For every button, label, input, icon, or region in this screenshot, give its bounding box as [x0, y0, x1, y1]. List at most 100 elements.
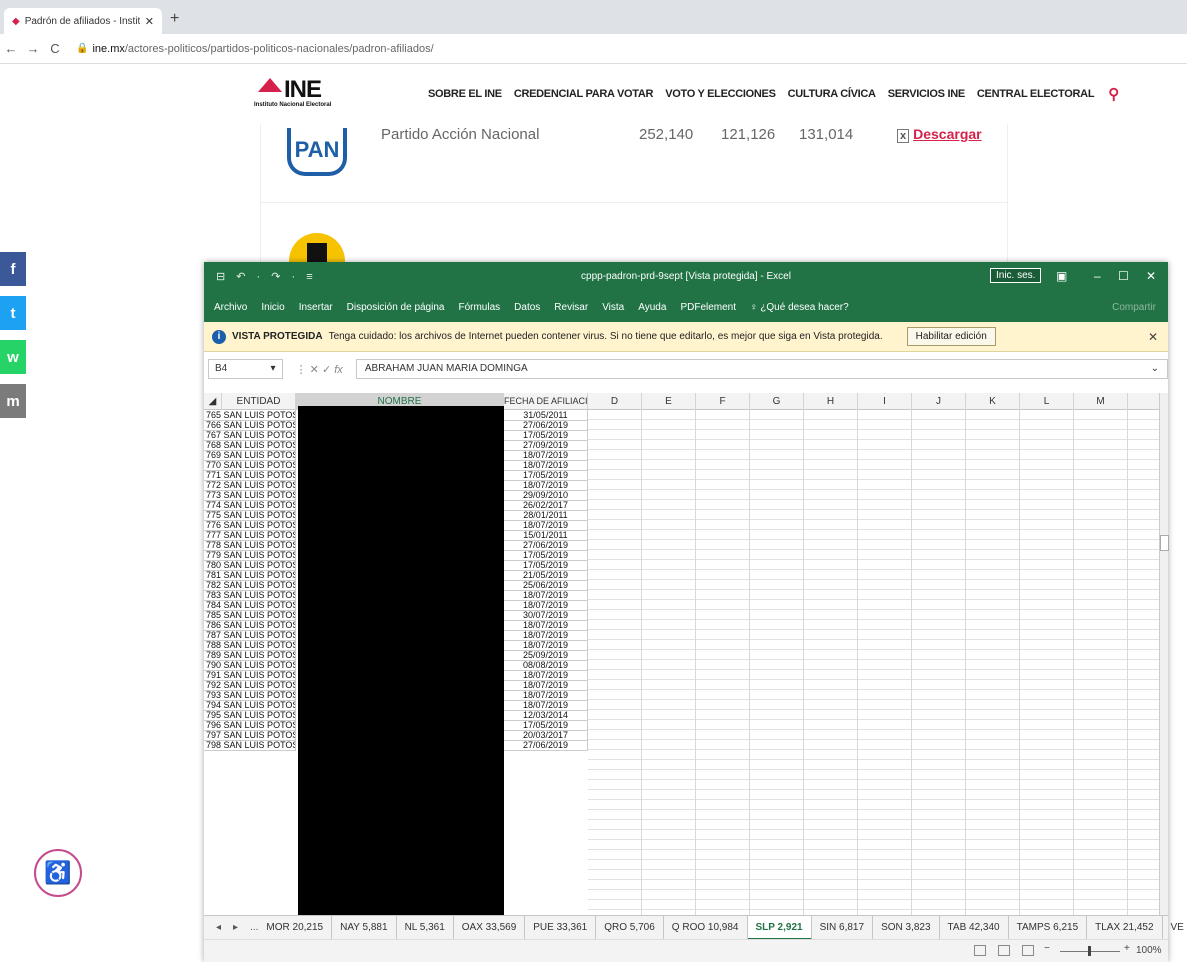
sheet-tab[interactable]: VE ... — [1163, 916, 1187, 940]
tab-revisar[interactable]: Revisar — [554, 302, 588, 313]
cell-entidad-text[interactable]: SAN LUIS POTOSÍ — [224, 540, 295, 550]
back-icon[interactable]: ← — [0, 41, 22, 56]
row-number[interactable]: 785 — [206, 610, 221, 620]
row-number[interactable]: 767 — [206, 430, 221, 440]
col-header-e[interactable]: E — [642, 393, 696, 410]
cell-entidad-text[interactable]: SAN LUIS POTOSÍ — [224, 480, 295, 490]
minimize-icon[interactable]: – — [1094, 269, 1101, 283]
row-number[interactable]: 782 — [206, 580, 221, 590]
nav-servicios-ine[interactable]: SERVICIOS INE — [888, 88, 966, 103]
share-button[interactable]: Compartir — [1112, 302, 1156, 313]
name-box[interactable]: B4 ▾ — [208, 359, 283, 379]
email-share-button[interactable]: m — [0, 384, 26, 418]
prev-sheet-icon[interactable]: ◂ — [216, 922, 221, 933]
sheet-tab[interactable]: Q ROO 10,984 — [664, 915, 748, 940]
descargar-link[interactable]: x Descargar — [897, 126, 982, 143]
col-header-j[interactable]: J — [912, 393, 966, 410]
nav-credencial[interactable]: CREDENCIAL PARA VOTAR — [514, 88, 654, 103]
cell-entidad-text[interactable]: SAN LUIS POTOSÍ — [224, 490, 295, 500]
cell-entidad-text[interactable]: SAN LUIS POTOSÍ — [224, 680, 295, 690]
cell-entidad-text[interactable]: SAN LUIS POTOSÍ — [224, 670, 295, 680]
whatsapp-share-button[interactable]: w — [0, 340, 26, 374]
sheet-tab[interactable]: OAX 33,569 — [454, 915, 526, 940]
cell-entidad-text[interactable]: SAN LUIS POTOSÍ — [224, 610, 295, 620]
zoom-level[interactable]: 100% — [1136, 945, 1162, 956]
col-header-g[interactable]: G — [750, 393, 804, 410]
col-header-f[interactable]: F — [696, 393, 750, 410]
sheet-tab[interactable]: TAB 42,340 — [940, 915, 1009, 940]
sheet-tab[interactable]: NL 5,361 — [397, 915, 454, 940]
ribbon-display-icon[interactable]: ▣ — [1056, 269, 1067, 283]
row-number[interactable]: 774 — [206, 500, 221, 510]
row-number[interactable]: 772 — [206, 480, 221, 490]
cell-entidad-text[interactable]: SAN LUIS POTOSÍ — [224, 550, 295, 560]
cell-entidad-text[interactable]: SAN LUIS POTOSÍ — [224, 560, 295, 570]
col-header-d[interactable]: D — [588, 393, 642, 410]
cell-entidad-text[interactable]: SAN LUIS POTOSÍ — [224, 420, 295, 430]
next-sheet-icon[interactable]: ▸ — [233, 922, 238, 933]
new-tab-button[interactable]: + — [170, 10, 179, 28]
tab-datos[interactable]: Datos — [514, 302, 540, 313]
page-break-icon[interactable] — [1022, 945, 1034, 956]
nav-central-electoral[interactable]: CENTRAL ELECTORAL — [977, 88, 1095, 103]
reload-icon[interactable]: C — [44, 41, 66, 56]
cell-entidad-text[interactable]: SAN LUIS POTOSÍ — [224, 580, 295, 590]
sheet-tab[interactable]: SIN 6,817 — [812, 915, 874, 940]
url-host[interactable]: ine.mx — [92, 43, 124, 55]
col-header-fecha[interactable]: FECHA DE AFILIACIÓN — [504, 393, 588, 410]
sheet-tab[interactable]: PUE 33,361 — [525, 915, 597, 940]
cell-entidad-text[interactable]: SAN LUIS POTOSÍ — [224, 720, 295, 730]
row-number[interactable]: 783 — [206, 590, 221, 600]
cell-entidad-text[interactable]: SAN LUIS POTOSÍ — [224, 440, 295, 450]
close-icon[interactable]: ✕ — [1146, 269, 1156, 283]
cell-entidad-text[interactable]: SAN LUIS POTOSÍ — [224, 500, 295, 510]
row-number[interactable]: 776 — [206, 520, 221, 530]
sheet-tab[interactable]: SON 3,823 — [873, 915, 940, 940]
row-number[interactable]: 786 — [206, 620, 221, 630]
row-number[interactable]: 790 — [206, 660, 221, 670]
facebook-share-button[interactable]: f — [0, 252, 26, 286]
row-number[interactable]: 777 — [206, 530, 221, 540]
col-header-h[interactable]: H — [804, 393, 858, 410]
row-number[interactable]: 784 — [206, 600, 221, 610]
cell-entidad-text[interactable]: SAN LUIS POTOSÍ — [224, 620, 295, 630]
nav-sobre-el-ine[interactable]: SOBRE EL INE — [428, 88, 502, 103]
col-header-entidad[interactable]: ENTIDAD — [222, 393, 296, 410]
lock-icon[interactable]: 🔒 — [76, 43, 88, 54]
cell-entidad-text[interactable]: SAN LUIS POTOSÍ — [224, 590, 295, 600]
sheet-tab[interactable]: TAMPS 6,215 — [1009, 915, 1088, 940]
enable-editing-button[interactable]: Habilitar edición — [906, 327, 996, 346]
nav-voto-elecciones[interactable]: VOTO Y ELECCIONES — [665, 88, 776, 103]
tab-archivo[interactable]: Archivo — [214, 302, 247, 313]
close-tab-icon[interactable]: ✕ — [145, 15, 162, 28]
cell-entidad-text[interactable]: SAN LUIS POTOSÍ — [224, 530, 295, 540]
row-number[interactable]: 794 — [206, 700, 221, 710]
row-number[interactable]: 768 — [206, 440, 221, 450]
row-number[interactable]: 793 — [206, 690, 221, 700]
row-number[interactable]: 778 — [206, 540, 221, 550]
cell-entidad-text[interactable]: SAN LUIS POTOSÍ — [224, 510, 295, 520]
page-layout-icon[interactable] — [998, 945, 1010, 956]
cell-entidad-text[interactable]: SAN LUIS POTOSÍ — [224, 430, 295, 440]
twitter-share-button[interactable]: t — [0, 296, 26, 330]
cell-entidad-text[interactable]: SAN LUIS POTOSÍ — [224, 640, 295, 650]
browser-tab[interactable]: ◆ Padrón de afiliados - Instituto N... ✕ — [4, 8, 162, 34]
cell-fecha[interactable]: 27/06/2019 — [504, 740, 588, 751]
col-header-i[interactable]: I — [858, 393, 912, 410]
sheet-tab[interactable]: QRO 5,706 — [596, 915, 664, 940]
cell-entidad-text[interactable]: SAN LUIS POTOSÍ — [224, 460, 295, 470]
row-number[interactable]: 770 — [206, 460, 221, 470]
row-number[interactable]: 781 — [206, 570, 221, 580]
col-header-k[interactable]: K — [966, 393, 1020, 410]
normal-view-icon[interactable] — [974, 945, 986, 956]
row-number[interactable]: 791 — [206, 670, 221, 680]
row-number[interactable]: 788 — [206, 640, 221, 650]
cell-entidad-text[interactable]: SAN LUIS POTOSÍ — [224, 650, 295, 660]
cell-entidad-text[interactable]: SAN LUIS POTOSÍ — [224, 660, 295, 670]
tab-ayuda[interactable]: Ayuda — [638, 302, 666, 313]
zoom-out-icon[interactable]: − — [1044, 943, 1050, 954]
sign-in-button[interactable]: Inic. ses. — [990, 268, 1042, 283]
row-number[interactable]: 798 — [206, 740, 221, 750]
cell-entidad-text[interactable]: SAN LUIS POTOSÍ — [224, 630, 295, 640]
tab-insertar[interactable]: Insertar — [299, 302, 333, 313]
